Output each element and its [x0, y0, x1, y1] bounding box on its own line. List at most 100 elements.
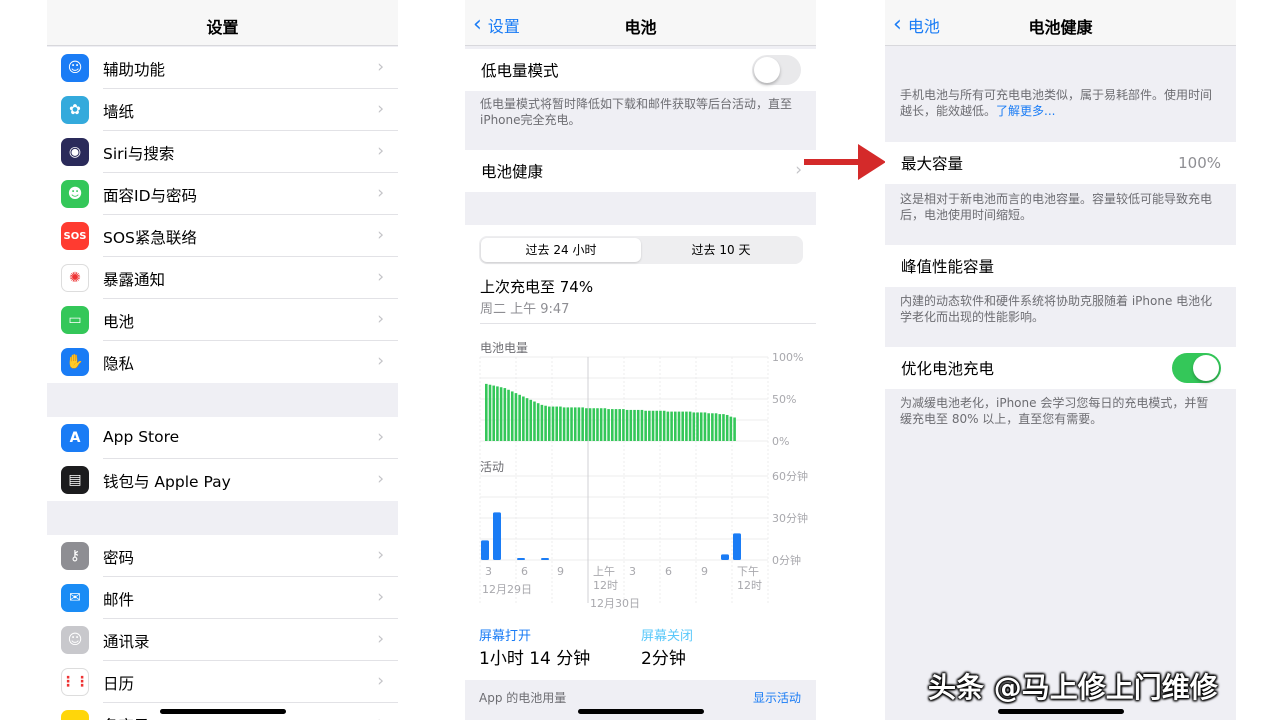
battery-level-bar	[711, 413, 714, 441]
chevron-right-icon: ›	[377, 141, 384, 161]
battery-level-bar	[492, 386, 495, 441]
battery-level-bar	[659, 411, 662, 441]
activity-bar	[721, 554, 729, 560]
x-tick-label: 12时	[593, 579, 618, 592]
x-tick-label: 下午	[737, 565, 759, 578]
settings-item[interactable]: A App Store ›	[47, 417, 398, 459]
peak-performance-row: 峰值性能容量	[885, 245, 1236, 287]
settings-item[interactable]: ⋮⋮ 日历 ›	[47, 661, 398, 703]
x-tick-label: 12时	[737, 579, 762, 592]
chevron-right-icon: ›	[377, 351, 384, 371]
nav-bar: ‹电池 电池健康	[885, 0, 1236, 46]
learn-more-link[interactable]: 了解更多...	[996, 104, 1055, 118]
chevron-right-icon: ›	[377, 545, 384, 565]
battery-level-bar	[574, 407, 577, 441]
settings-item[interactable]: ▤ 钱包与 Apple Pay ›	[47, 459, 398, 501]
sos-icon: SOS	[61, 222, 89, 250]
settings-item-label: 暴露通知	[103, 268, 165, 290]
battery-level-bar	[685, 412, 688, 441]
battery-level-bar	[515, 393, 518, 441]
battery-level-bar	[533, 402, 536, 441]
x-tick-label: 6	[521, 565, 528, 578]
settings-item[interactable]: ✉ 邮件 ›	[47, 577, 398, 619]
settings-item-label: 邮件	[103, 588, 134, 610]
battery-level-bar	[648, 411, 651, 441]
battery-level-bar	[641, 410, 644, 441]
peak-performance-note: 内建的动态软件和硬件系统将协助克服随着 iPhone 电池化学老化而出现的性能影…	[900, 293, 1218, 325]
privacy-hand-icon: ✋	[61, 348, 89, 376]
battery-level-bar	[552, 407, 555, 441]
settings-item[interactable]: ✿ 墙纸 ›	[47, 89, 398, 131]
settings-item-label: Siri与搜索	[103, 142, 174, 164]
battery-level-bar	[522, 396, 525, 441]
settings-item-label: 电池	[103, 310, 134, 332]
date-label: 12月30日	[590, 597, 640, 610]
battery-level-bar	[704, 412, 707, 441]
battery-level-bar	[689, 412, 692, 441]
battery-level-bar	[618, 409, 621, 441]
battery-level-bar	[604, 408, 607, 441]
battery-level-bar	[548, 407, 551, 441]
settings-item-label: 通讯录	[103, 630, 150, 652]
battery-level-bar	[567, 407, 570, 441]
wallet-icon: ▤	[61, 466, 89, 494]
battery-level-bar	[529, 400, 532, 441]
battery-level-bar	[681, 412, 684, 441]
show-activity-button[interactable]: 显示活动	[753, 689, 801, 706]
battery-level-bar	[585, 408, 588, 441]
settings-item-label: 面容ID与密码	[103, 184, 197, 206]
battery-level-bar	[722, 414, 725, 441]
nav-bar: ‹设置 电池	[465, 0, 816, 46]
chevron-right-icon: ›	[377, 469, 384, 489]
battery-level-bar	[696, 412, 699, 441]
home-indicator	[998, 709, 1124, 714]
low-power-toggle[interactable]	[752, 55, 801, 85]
watermark: 头条 @马上修上门维修	[928, 666, 1218, 706]
charts: 100%50%0%60分钟30分钟0分钟369上午12时369下午12时12月2…	[465, 225, 816, 625]
battery-level-bar	[630, 410, 633, 441]
peak-performance-label: 峰值性能容量	[901, 255, 994, 277]
x-tick-label: 9	[701, 565, 708, 578]
battery-level-bar	[726, 415, 729, 441]
battery-level-bar	[570, 407, 573, 441]
battery-health-row[interactable]: 电池健康 ›	[465, 150, 816, 192]
optimize-charging-row: 优化电池充电	[885, 347, 1236, 389]
screen-off-value: 2分钟	[641, 644, 686, 669]
settings-item[interactable]: ◉ Siri与搜索 ›	[47, 131, 398, 173]
battery-level-bar	[670, 412, 673, 441]
battery-level-bar	[581, 407, 584, 441]
settings-panel: 设置 ☺ 辅助功能 ›✿ 墙纸 ›◉ Siri与搜索 ›☻ 面容ID与密码 ›S…	[47, 0, 398, 720]
settings-item[interactable]: ☺ 辅助功能 ›	[47, 47, 398, 89]
chevron-right-icon: ›	[377, 225, 384, 245]
max-capacity-label: 最大容量	[901, 152, 963, 174]
settings-item-label: 备忘录	[103, 714, 150, 720]
home-indicator	[160, 709, 286, 714]
battery-level-bar	[559, 407, 562, 441]
battery-level-bar	[715, 413, 718, 441]
battery-level-bar	[730, 417, 733, 441]
settings-item[interactable]: SOS SOS紧急联络 ›	[47, 215, 398, 257]
settings-item[interactable]: ☺ 通讯录 ›	[47, 619, 398, 661]
optimize-charging-toggle[interactable]	[1172, 353, 1221, 383]
x-tick-label: 3	[629, 565, 636, 578]
activity-bar	[517, 558, 525, 560]
battery-level-bar	[700, 412, 703, 441]
settings-item[interactable]: ✺ 暴露通知 ›	[47, 257, 398, 299]
settings-item[interactable]: ☻ 面容ID与密码 ›	[47, 173, 398, 215]
screen-on-label: 屏幕打开	[479, 625, 531, 644]
settings-item-label: 墙纸	[103, 100, 134, 122]
settings-item[interactable]: ⚷ 密码 ›	[47, 535, 398, 577]
battery-level-bar	[633, 410, 636, 441]
settings-item-label: 辅助功能	[103, 58, 165, 80]
battery-level-bar	[511, 391, 514, 441]
settings-item-label: App Store	[103, 428, 179, 446]
battery-level-bar	[526, 398, 529, 441]
contacts-icon: ☺	[61, 626, 89, 654]
low-power-row: 低电量模式	[465, 49, 816, 91]
activity-bar	[541, 558, 549, 560]
settings-item[interactable]: ✋ 隐私 ›	[47, 341, 398, 383]
battery-ytick-label: 0%	[772, 435, 789, 448]
activity-bar	[481, 540, 489, 560]
settings-item[interactable]: ▭ 电池 ›	[47, 299, 398, 341]
activity-bar	[733, 533, 741, 560]
